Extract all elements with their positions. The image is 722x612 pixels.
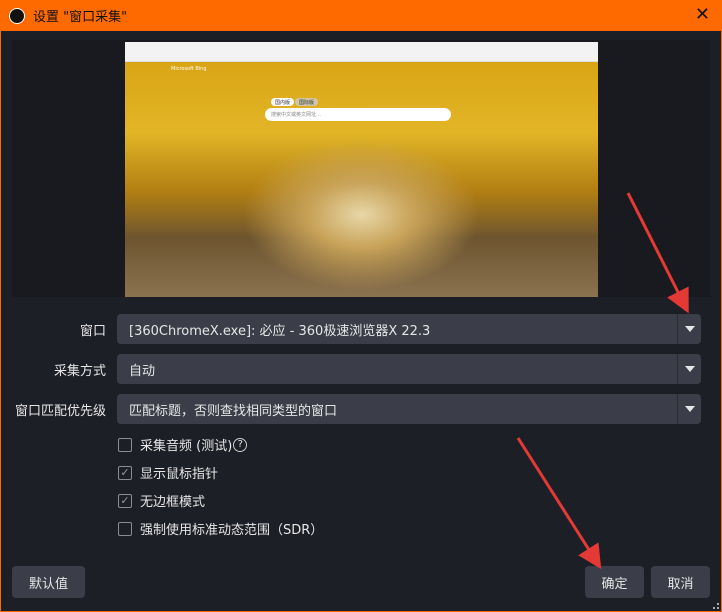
- obs-logo-icon: [9, 7, 25, 24]
- checkbox-label: 无边框模式: [140, 495, 206, 510]
- source-preview: Microsoft Bing 国内版 国际版 搜索中文或英文网址…: [12, 40, 710, 297]
- field-label: 窗口匹配优先级: [14, 403, 106, 419]
- capture-method-select[interactable]: 自动: [117, 354, 701, 384]
- checkbox-label: 强制使用标准动态范围（SDR）: [140, 523, 324, 538]
- checkbox-borderless[interactable]: ✓ 无边框模式: [118, 491, 205, 510]
- bing-background-image: Microsoft Bing 国内版 国际版 搜索中文或英文网址…: [125, 62, 598, 297]
- browser-toolbar: [125, 42, 598, 62]
- checkbox[interactable]: [118, 437, 132, 452]
- field-label: 窗口: [79, 323, 106, 339]
- chevron-down-icon[interactable]: [677, 354, 701, 384]
- tab-domestic: 国内版: [271, 98, 295, 106]
- checkbox-force-sdr[interactable]: 强制使用标准动态范围（SDR）: [118, 519, 323, 538]
- defaults-button[interactable]: 默认值: [12, 566, 85, 598]
- match-priority-select[interactable]: 匹配标题，否则查找相同类型的窗口: [117, 394, 701, 424]
- select-value: 匹配标题，否则查找相同类型的窗口: [129, 403, 338, 419]
- select-value: 自动: [129, 363, 156, 379]
- window-title: 设置 "窗口采集": [33, 10, 128, 25]
- window-select[interactable]: [360ChromeX.exe]: 必应 - 360极速浏览器X 22.3: [117, 314, 701, 344]
- close-icon[interactable]: ✕: [695, 4, 710, 25]
- captured-window-preview: Microsoft Bing 国内版 国际版 搜索中文或英文网址…: [125, 42, 598, 297]
- select-value: [360ChromeX.exe]: 必应 - 360极速浏览器X 22.3: [129, 323, 431, 339]
- chevron-down-icon[interactable]: [677, 314, 701, 344]
- checkbox-label: 显示鼠标指针: [140, 467, 219, 482]
- ok-button[interactable]: 确定: [585, 566, 644, 598]
- checkbox[interactable]: [118, 521, 132, 536]
- chevron-down-icon[interactable]: [677, 394, 701, 424]
- title-bar: 设置 "窗口采集" ✕: [0, 0, 722, 31]
- help-icon[interactable]: ?: [233, 437, 248, 452]
- cancel-button[interactable]: 取消: [651, 566, 710, 598]
- tab-international: 国际版: [295, 98, 319, 106]
- field-label: 采集方式: [53, 363, 106, 379]
- resize-grip[interactable]: [713, 603, 719, 609]
- checkbox-capture-audio[interactable]: 采集音频 (测试) ?: [118, 435, 248, 454]
- checkbox[interactable]: ✓: [118, 465, 132, 480]
- bing-brand: Microsoft Bing: [171, 66, 207, 72]
- checkbox-show-cursor[interactable]: ✓ 显示鼠标指针: [118, 463, 218, 482]
- checkbox[interactable]: ✓: [118, 493, 132, 508]
- bing-search-box: 搜索中文或英文网址…: [265, 108, 451, 121]
- checkbox-label: 采集音频 (测试): [140, 439, 233, 454]
